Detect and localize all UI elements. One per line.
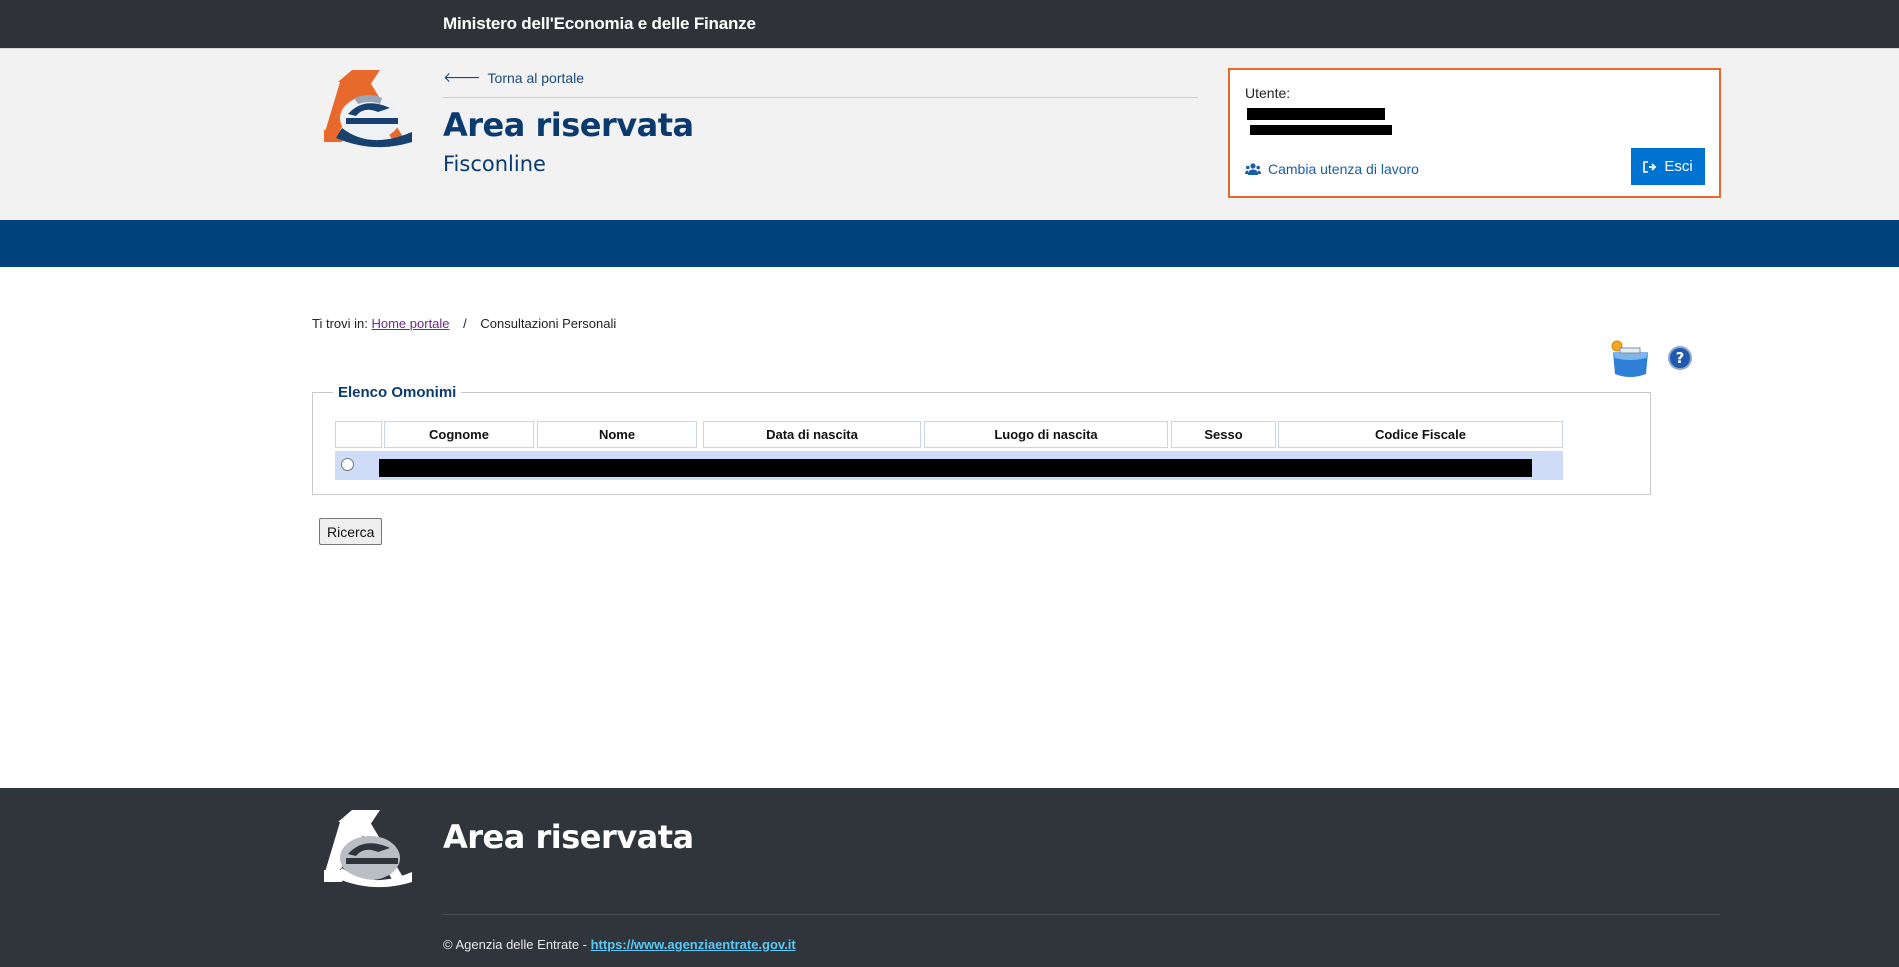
redacted-user-id xyxy=(1247,108,1385,120)
sign-out-icon xyxy=(1643,160,1657,173)
logout-button[interactable]: Esci xyxy=(1631,148,1705,185)
breadcrumb-home-link[interactable]: Home portale xyxy=(371,316,449,331)
footer xyxy=(0,788,1899,967)
column-header-nome: Nome xyxy=(537,421,697,448)
search-button[interactable]: Ricerca xyxy=(319,518,383,545)
breadcrumb: Ti trovi in: Home portale / Consultazion… xyxy=(312,316,616,331)
svg-text:?: ? xyxy=(1676,349,1685,367)
page-title: Area riservata xyxy=(443,106,694,144)
agenzia-website-link[interactable]: https://www.agenziaentrate.gov.it xyxy=(591,937,796,952)
switch-user-link[interactable]: Cambia utenza di lavoro xyxy=(1245,161,1419,177)
nav-band xyxy=(0,220,1899,267)
switch-user-label: Cambia utenza di lavoro xyxy=(1268,161,1419,177)
back-to-portal-link[interactable]: 🡐 Torna al portale xyxy=(443,69,584,86)
footer-logo xyxy=(324,810,412,888)
column-header-select xyxy=(335,421,382,448)
row-select-radio[interactable] xyxy=(341,458,354,471)
top-bar: Ministero dell'Economia e delle Finanze xyxy=(0,0,1899,48)
footer-title: Area riservata xyxy=(443,818,694,856)
toolbox-icon[interactable] xyxy=(1610,340,1651,378)
column-header-codice-fiscale: Codice Fiscale xyxy=(1278,421,1563,448)
footer-copyright: © Agenzia delle Entrate - https://www.ag… xyxy=(443,937,796,952)
logout-label: Esci xyxy=(1664,158,1693,175)
redacted-row-data xyxy=(379,459,1532,477)
back-to-portal-label: Torna al portale xyxy=(487,69,585,86)
column-header-luogo-nascita: Luogo di nascita xyxy=(924,421,1168,448)
help-icon[interactable]: ? xyxy=(1667,345,1693,371)
breadcrumb-separator: / xyxy=(463,316,467,331)
header-divider xyxy=(443,97,1198,98)
fieldset-legend: Elenco Omonimi xyxy=(333,384,462,401)
column-header-sesso: Sesso xyxy=(1171,421,1276,448)
user-label: Utente: xyxy=(1245,85,1291,101)
copyright-text: © Agenzia delle Entrate - xyxy=(443,937,591,952)
redacted-user-name xyxy=(1250,125,1392,135)
agenzia-entrate-logo xyxy=(324,70,412,148)
breadcrumb-current: Consultazioni Personali xyxy=(480,316,617,331)
footer-divider xyxy=(443,914,1720,915)
page-subtitle: Fisconline xyxy=(443,152,546,176)
user-panel: Utente: Cambia utenza di lavoro Esci xyxy=(1228,68,1721,198)
ministry-name: Ministero dell'Economia e delle Finanze xyxy=(443,14,756,33)
breadcrumb-prefix: Ti trovi in: xyxy=(312,316,368,331)
users-icon xyxy=(1245,162,1261,175)
column-header-data-nascita: Data di nascita xyxy=(703,421,921,448)
arrow-left-icon: 🡐 xyxy=(443,69,481,85)
column-header-cognome: Cognome xyxy=(384,421,534,448)
